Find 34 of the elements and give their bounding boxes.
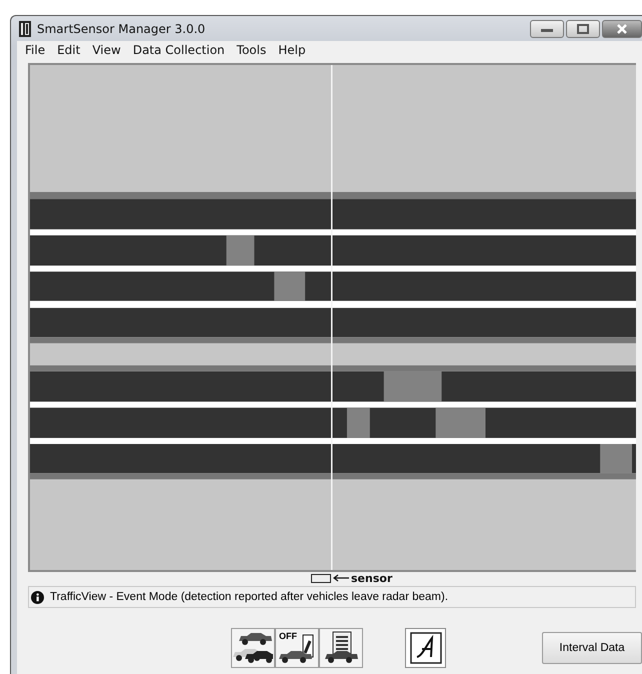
sensor-label: sensor xyxy=(351,572,392,584)
font-button[interactable] xyxy=(405,628,446,668)
maximize-button[interactable] xyxy=(566,20,600,38)
window-title: SmartSensor Manager 3.0.0 xyxy=(37,22,206,36)
status-message: TrafficView - Event Mode (detection reported after vehicles leave radar beam). xyxy=(50,591,448,603)
car-icon xyxy=(325,651,358,663)
building-button[interactable] xyxy=(319,628,363,668)
arrow-icon xyxy=(333,574,349,582)
car-icon xyxy=(239,633,272,645)
script-letter-icon xyxy=(416,637,433,658)
sensor-marker xyxy=(311,574,331,582)
interval-data-button[interactable]: Interval Data xyxy=(542,632,642,664)
menu-item[interactable]: File xyxy=(19,43,52,57)
vehicle-marker xyxy=(600,444,632,474)
info-icon xyxy=(31,590,44,604)
close-button[interactable] xyxy=(602,20,642,38)
menu-item[interactable]: Help xyxy=(272,43,312,57)
menu-item[interactable]: View xyxy=(86,43,127,57)
traffic-view-button[interactable] xyxy=(231,628,275,668)
close-icon xyxy=(616,24,628,34)
app-logo-icon xyxy=(19,20,31,36)
menu-item[interactable]: Tools xyxy=(230,43,272,57)
maximize-icon xyxy=(577,24,589,34)
vehicle-marker xyxy=(274,272,306,301)
sensor-off-button[interactable]: OFF xyxy=(275,628,319,668)
vehicle-marker xyxy=(436,408,486,438)
menu-item[interactable]: Data Collection xyxy=(126,43,231,57)
car-icon xyxy=(279,651,312,663)
menu-item[interactable]: Edit xyxy=(51,43,86,57)
vehicle-marker xyxy=(384,371,442,402)
vehicle-marker xyxy=(226,235,254,266)
vehicle-marker xyxy=(346,408,370,438)
minimize-button[interactable] xyxy=(530,20,564,38)
car-icon xyxy=(245,651,273,663)
